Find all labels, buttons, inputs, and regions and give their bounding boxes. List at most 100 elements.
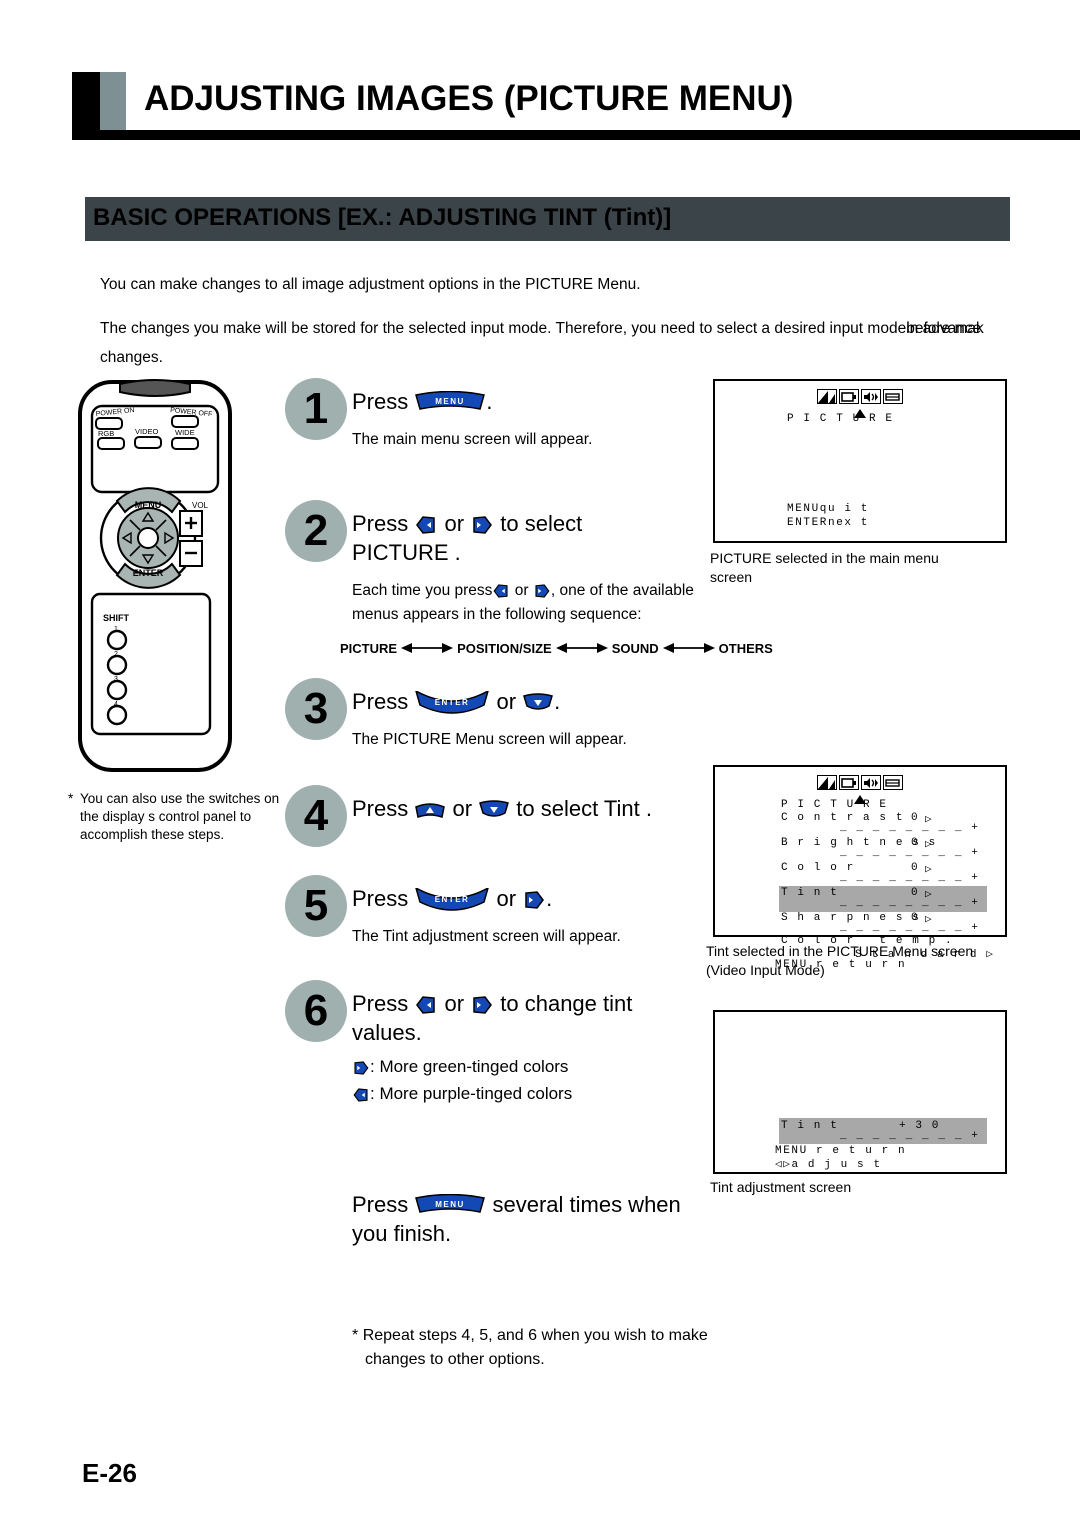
osd-screen1-caption: PICTURE selected in the main menu screen [710, 549, 1010, 587]
osd-screen3-footer-menu: MENU r e t u r n [775, 1145, 907, 1157]
step-3-text-mid: or [490, 689, 523, 714]
svg-text:ENTER: ENTER [435, 895, 470, 904]
others-icon[interactable] [883, 775, 903, 790]
sound-icon[interactable] [861, 389, 881, 404]
right-arrow-key-icon-small[interactable] [352, 1059, 370, 1077]
step-4-text-pre: Press [352, 796, 415, 821]
step-5-description: The Tint adjustment screen will appear. [352, 928, 621, 945]
step-5-text-mid: or [490, 886, 523, 911]
right-arrow-key-icon-small[interactable] [533, 582, 551, 600]
finish-instruction-block: Press MENU several times when you finish. [280, 1102, 720, 1298]
right-arrow-key-icon[interactable] [470, 993, 494, 1017]
section-title: BASIC OPERATIONS [EX.: ADJUSTING TINT (T… [93, 204, 672, 231]
left-arrow-key-icon[interactable] [414, 993, 438, 1017]
page-title: ADJUSTING IMAGES (PICTURE MENU) [144, 79, 794, 118]
repeat-note: * Repeat steps 4, 5, and 6 when you wish… [352, 1298, 720, 1372]
section-bar: BASIC OPERATIONS [EX.: ADJUSTING TINT (T… [85, 197, 1010, 241]
position-size-icon[interactable] [839, 775, 859, 790]
step-5-number: 5 [285, 875, 347, 937]
enter-key-icon[interactable]: ENTER [414, 888, 490, 912]
osd-screen2-caption-line2: (Video Input Mode) [706, 962, 825, 978]
menu-sequence: PICTURE POSITION/SIZE SOUND OTHERS [340, 627, 773, 657]
step-5: 5 Press ENTER or . The Tint adjustment s… [280, 875, 720, 980]
sequence-item-picture: PICTURE [340, 641, 398, 656]
right-arrow-key-icon[interactable] [522, 888, 546, 912]
sound-icon[interactable] [861, 775, 881, 790]
left-arrow-key-icon-small[interactable] [492, 582, 510, 600]
finish-text-line2: you finish. [352, 1221, 452, 1246]
others-icon[interactable] [883, 389, 903, 404]
osd-row-tint-label: T i n t [781, 887, 839, 899]
remote-label-rgb: RGB [98, 429, 114, 438]
step-4-text-mid: or [446, 796, 479, 821]
osd-screen1-footer-menu: MENUqu i t [787, 503, 870, 515]
right-arrow-key-icon[interactable] [470, 513, 494, 537]
intro-p2-overlap-b: before mak [906, 320, 984, 337]
osd-screen1-caption-line1: PICTURE selected in the main menu [710, 550, 939, 566]
remote-control-illustration: POWER ON POWER OFF RGB VIDEO WIDE MENU E… [62, 378, 277, 778]
intro-paragraph-2: The changes you make will be stored for … [100, 314, 1045, 372]
position-size-icon[interactable] [839, 389, 859, 404]
step-5-text-post: . [546, 886, 553, 911]
step-6: 6 Press or to change tint values. : More … [280, 980, 720, 1104]
up-arrow-key-icon[interactable] [414, 799, 446, 821]
step-5-text-pre: Press [352, 886, 415, 911]
picture-icon[interactable] [817, 389, 837, 404]
step-3-text-post: . [554, 689, 561, 714]
repeat-note-line2: changes to other options. [365, 1351, 545, 1368]
step-1: 1 Press MENU. The main menu screen will … [280, 378, 720, 500]
enter-key-icon[interactable]: ENTER [414, 691, 490, 715]
remote-label-shift: SHIFT [103, 613, 130, 623]
left-arrow-key-icon[interactable] [414, 513, 438, 537]
step-1-instruction: Press MENU. [352, 378, 720, 416]
down-arrow-key-icon[interactable] [522, 692, 554, 714]
menu-key-icon[interactable]: MENU [414, 1194, 486, 1218]
osd-screen1-caption-line2: screen [710, 569, 753, 585]
step-2-number: 2 [285, 500, 347, 562]
osd-row-sharpness-slider: _ _ _ _ _ _ _ _ + [840, 922, 980, 934]
osd-tint-adjust-label: T i n t [781, 1120, 839, 1132]
osd-screen2-caption: Tint selected in the PICTURE Menu screen… [706, 942, 1026, 980]
picture-icon[interactable] [817, 775, 837, 790]
intro-p2-overlap: in advancebefore makbefore mak [906, 314, 984, 343]
step-1-text-post: . [486, 389, 493, 414]
remote-svg: POWER ON POWER OFF RGB VIDEO WIDE MENU E… [78, 379, 232, 772]
osd-icon-row [817, 775, 903, 790]
finish-instruction: Press MENU several times when you finish. [352, 1190, 720, 1248]
osd-screen3-caption-text: Tint adjustment screen [710, 1179, 852, 1195]
osd-screen2-caption-line1: Tint selected in the PICTURE Menu screen [706, 943, 974, 959]
step-6-text-mid: or [438, 991, 471, 1016]
osd-screen1-footer-enter: ENTERnex t [787, 517, 870, 529]
svg-text:MENU: MENU [436, 397, 466, 406]
osd-icon-row [817, 389, 903, 404]
sequence-item-others: OTHERS [718, 641, 773, 656]
step-2-text-line2: PICTURE . [352, 540, 461, 565]
step-5-instruction: Press ENTER or . [352, 875, 720, 913]
step-4-text-post: to select Tint . [510, 796, 652, 821]
osd-screen3-caption: Tint adjustment screen [710, 1178, 1010, 1197]
osd-screen-tint-adjust: T i n t + 3 0 _ _ _ _ _ _ _ _ + MENU r e… [713, 1010, 1007, 1174]
step-2-desc-c: , one of the available [550, 582, 694, 599]
page-header: ADJUSTING IMAGES (PICTURE MENU) [72, 72, 1080, 140]
osd-row-contrast-slider: _ _ _ _ _ _ _ _ + [840, 822, 980, 834]
left-arrow-key-icon-small[interactable] [352, 1086, 370, 1104]
step-6-instruction: Press or to change tint values. [352, 980, 720, 1047]
intro-paragraph-1: You can make changes to all image adjust… [100, 276, 641, 293]
double-arrow-icon [401, 642, 454, 657]
step-2-text-post: to select [494, 511, 583, 536]
remote-control-note: * You can also use the switches on the d… [68, 790, 283, 844]
page-number: E-26 [82, 1458, 137, 1488]
step-2-desc-b: or [510, 582, 533, 599]
step-1-text-pre: Press [352, 389, 415, 414]
down-arrow-key-icon[interactable] [478, 799, 510, 821]
osd-tint-adjust-row[interactable]: T i n t + 3 0 _ _ _ _ _ _ _ _ + [779, 1118, 987, 1144]
remote-label-enter: ENTER [133, 568, 164, 578]
double-arrow-icon [662, 642, 715, 657]
step-6-legend-green: : More green-tinged colors [370, 1057, 569, 1076]
osd-row-tint[interactable]: T i n t 0 ▷ _ _ _ _ _ _ _ _ + [779, 886, 987, 912]
menu-key-icon[interactable]: MENU [414, 391, 486, 415]
header-black-bar-horizontal [72, 130, 1080, 140]
intro-p2-part-b: changes. [100, 349, 163, 366]
sequence-item-sound: SOUND [611, 641, 659, 656]
osd-screen1-title: P I C T U R E [787, 413, 894, 425]
